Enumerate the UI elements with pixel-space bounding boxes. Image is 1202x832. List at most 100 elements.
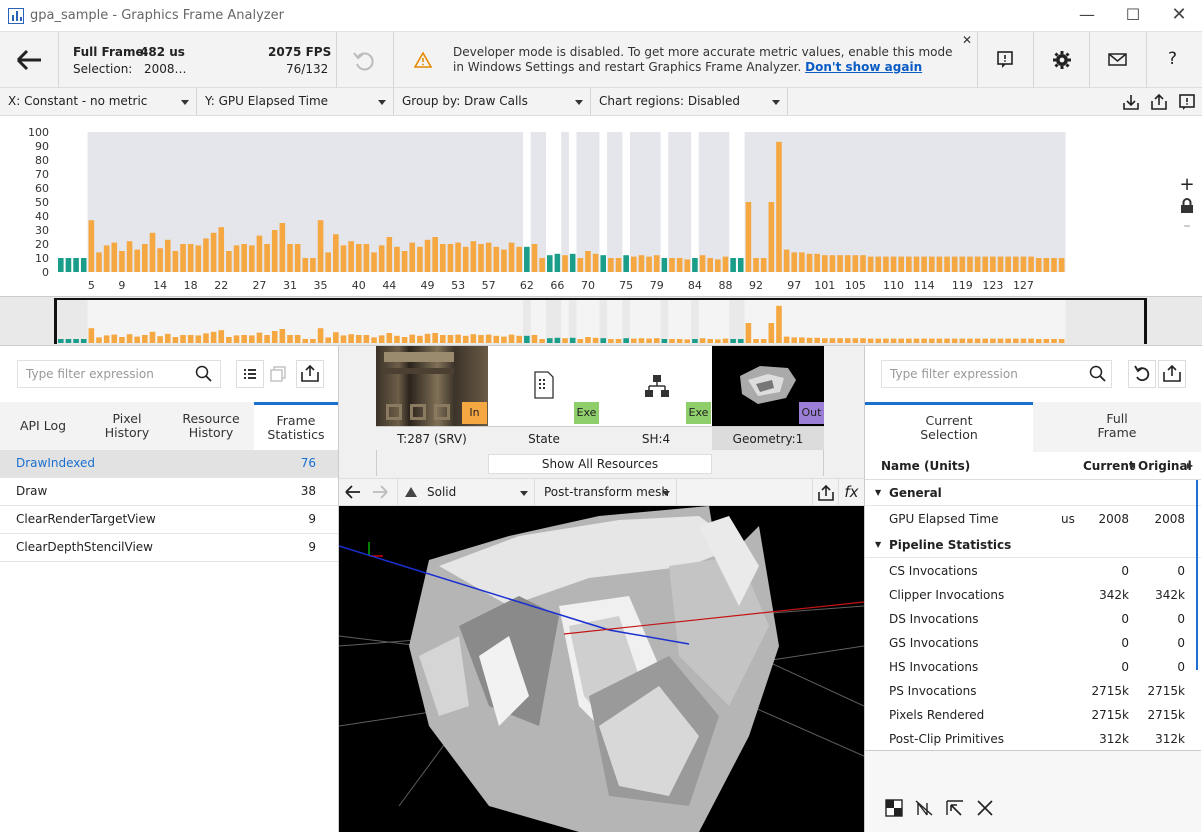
resource-label: Geometry:1	[712, 426, 824, 450]
chart-overview-strip[interactable]	[0, 296, 1202, 346]
feedback-button[interactable]	[996, 50, 1016, 73]
right-export-button[interactable]	[1158, 360, 1186, 388]
maximize-button[interactable]: ☐	[1110, 0, 1156, 32]
y-tick-label: 40	[35, 210, 49, 223]
overview-svg[interactable]	[0, 297, 1202, 345]
overview-bar	[325, 337, 331, 343]
overview-bar	[1005, 338, 1011, 343]
zoom-in-button[interactable]: +	[1178, 176, 1196, 194]
resource-geometry[interactable]: Out Geometry:1	[712, 346, 824, 450]
metric-row[interactable]: CS Invocations 0 0	[865, 559, 1201, 583]
import-button[interactable]	[1122, 93, 1140, 114]
metric-current: 312k	[1099, 732, 1129, 746]
y-tick-label: 80	[35, 154, 49, 167]
reset-button[interactable]	[1128, 360, 1156, 388]
chevron-left-icon[interactable]: ◀	[1129, 452, 1135, 480]
column-name-header[interactable]: Name (Units)	[881, 452, 970, 480]
left-filter-input[interactable]: Type filter expression	[17, 360, 221, 388]
close-window-button[interactable]: ✕	[1156, 0, 1202, 32]
tab-resource-history[interactable]: Resource History	[168, 402, 254, 452]
metric-name: HS Invocations	[889, 660, 979, 674]
disable-button[interactable]	[915, 799, 933, 820]
fx-button[interactable]: fx	[838, 479, 864, 506]
list-item[interactable]: DrawIndexed 76	[0, 450, 338, 478]
metric-row[interactable]: Pixels Rendered 2715k 2715k	[865, 703, 1201, 727]
metric-row[interactable]: GPU Elapsed Time us 2008 2008	[865, 507, 1201, 531]
mail-button[interactable]	[1108, 52, 1128, 71]
overview-bar	[913, 338, 920, 343]
chart-bar	[218, 227, 225, 272]
search-icon[interactable]	[1089, 365, 1107, 386]
metric-row[interactable]: Post-Clip Primitives 312k 312k	[865, 727, 1201, 751]
search-icon[interactable]	[195, 365, 213, 386]
chart-bar	[982, 256, 989, 272]
selection-label: Selection:	[73, 62, 133, 76]
chart-bar	[386, 237, 393, 272]
right-filter-input[interactable]: Type filter expression	[881, 360, 1112, 388]
column-original-header[interactable]: Original	[1138, 452, 1192, 480]
section-pipeline-statistics[interactable]: ▼ Pipeline Statistics	[865, 532, 1201, 558]
viewport-export-button[interactable]	[812, 479, 838, 506]
metric-row[interactable]: Clipper Invocations 342k 342k	[865, 583, 1201, 607]
x-axis-dropdown[interactable]: X: Constant - no metric	[0, 88, 197, 116]
undo-button[interactable]	[352, 49, 376, 73]
list-item[interactable]: Draw 38	[0, 478, 338, 506]
filter-list-button[interactable]	[236, 360, 264, 388]
metrics-chart[interactable]: 100 90 80 70 60 50 40 30 20 10 0 5 9 14 18 22 27 31 35 40 44…	[0, 116, 1202, 296]
metric-original: 2008	[1154, 512, 1185, 526]
tab-full-frame[interactable]: Full Frame	[1033, 402, 1201, 452]
minimize-button[interactable]: —	[1064, 0, 1110, 32]
chart-regions-dropdown[interactable]: Chart regions: Disabled	[591, 88, 788, 116]
overview-bar	[279, 329, 286, 343]
y-tick-label: 70	[35, 168, 49, 181]
x-tick-label: 97	[787, 279, 801, 292]
resource-state[interactable]: Exe State	[488, 346, 600, 450]
tab-frame-statistics[interactable]: Frame Statistics	[254, 402, 338, 452]
viewport-forward-button[interactable]	[371, 484, 389, 503]
group-by-dropdown[interactable]: Group by: Draw Calls	[394, 88, 591, 116]
overview-bar	[760, 339, 767, 343]
metric-row[interactable]: DS Invocations 0 0	[865, 607, 1201, 631]
metric-row[interactable]: PS Invocations 2715k 2715k	[865, 679, 1201, 703]
tab-api-log[interactable]: API Log	[0, 402, 86, 452]
metric-row[interactable]: GS Invocations 0 0	[865, 631, 1201, 655]
resource-texture[interactable]: In T:287 (SRV)	[376, 346, 488, 450]
chevron-right-icon[interactable]: ▶	[1187, 452, 1193, 480]
render-mode-dropdown[interactable]: Solid	[397, 479, 535, 506]
mesh-render[interactable]	[339, 506, 864, 832]
left-export-button[interactable]	[296, 360, 324, 388]
list-item[interactable]: ClearRenderTargetView 9	[0, 506, 338, 534]
chart-bar	[287, 244, 293, 272]
dont-show-again-link[interactable]: Don't show again	[805, 60, 922, 74]
zoom-out-button[interactable]: –	[1178, 218, 1196, 234]
column-current-header[interactable]: Current	[1083, 452, 1135, 480]
geometry-viewport[interactable]	[339, 506, 864, 832]
y-axis-dropdown[interactable]: Y: GPU Elapsed Time	[197, 88, 394, 116]
chart-region	[698, 132, 730, 272]
resource-shader[interactable]: Exe SH:4	[600, 346, 712, 450]
dismiss-notice-icon[interactable]: ✕	[962, 33, 972, 47]
lock-button[interactable]	[1180, 198, 1194, 217]
export-chart-button[interactable]	[1150, 93, 1168, 114]
help-button[interactable]: ?	[1168, 49, 1177, 69]
clear-button[interactable]	[976, 799, 994, 820]
list-item[interactable]: ClearDepthStencilView 9	[0, 534, 338, 562]
show-all-resources-button[interactable]: Show All Resources	[488, 454, 712, 474]
overview-bar	[1035, 339, 1042, 343]
metric-row[interactable]: HS Invocations 0 0	[865, 655, 1201, 679]
tab-pixel-history[interactable]: Pixel History	[86, 402, 168, 452]
chart-info-button[interactable]	[1178, 93, 1196, 114]
scrollbar-thumb[interactable]	[1196, 480, 1198, 670]
bar-chart-svg[interactable]: 10090807060504030201005 9 14 18 22 27 31 35 40 44…	[0, 116, 1202, 296]
mesh-mode-dropdown[interactable]: Post-transform mesh	[536, 479, 677, 506]
overview-bar	[187, 335, 194, 343]
copy-icon[interactable]	[269, 365, 287, 386]
back-button[interactable]	[14, 46, 44, 74]
section-general[interactable]: ▼ General	[865, 480, 1201, 506]
tab-current-selection[interactable]: Current Selection	[865, 402, 1033, 452]
checker-button[interactable]	[885, 799, 903, 820]
select-range-button[interactable]	[945, 799, 965, 820]
viewport-back-button[interactable]	[344, 484, 362, 503]
overview-bar	[58, 339, 64, 343]
settings-button[interactable]	[1051, 49, 1073, 74]
